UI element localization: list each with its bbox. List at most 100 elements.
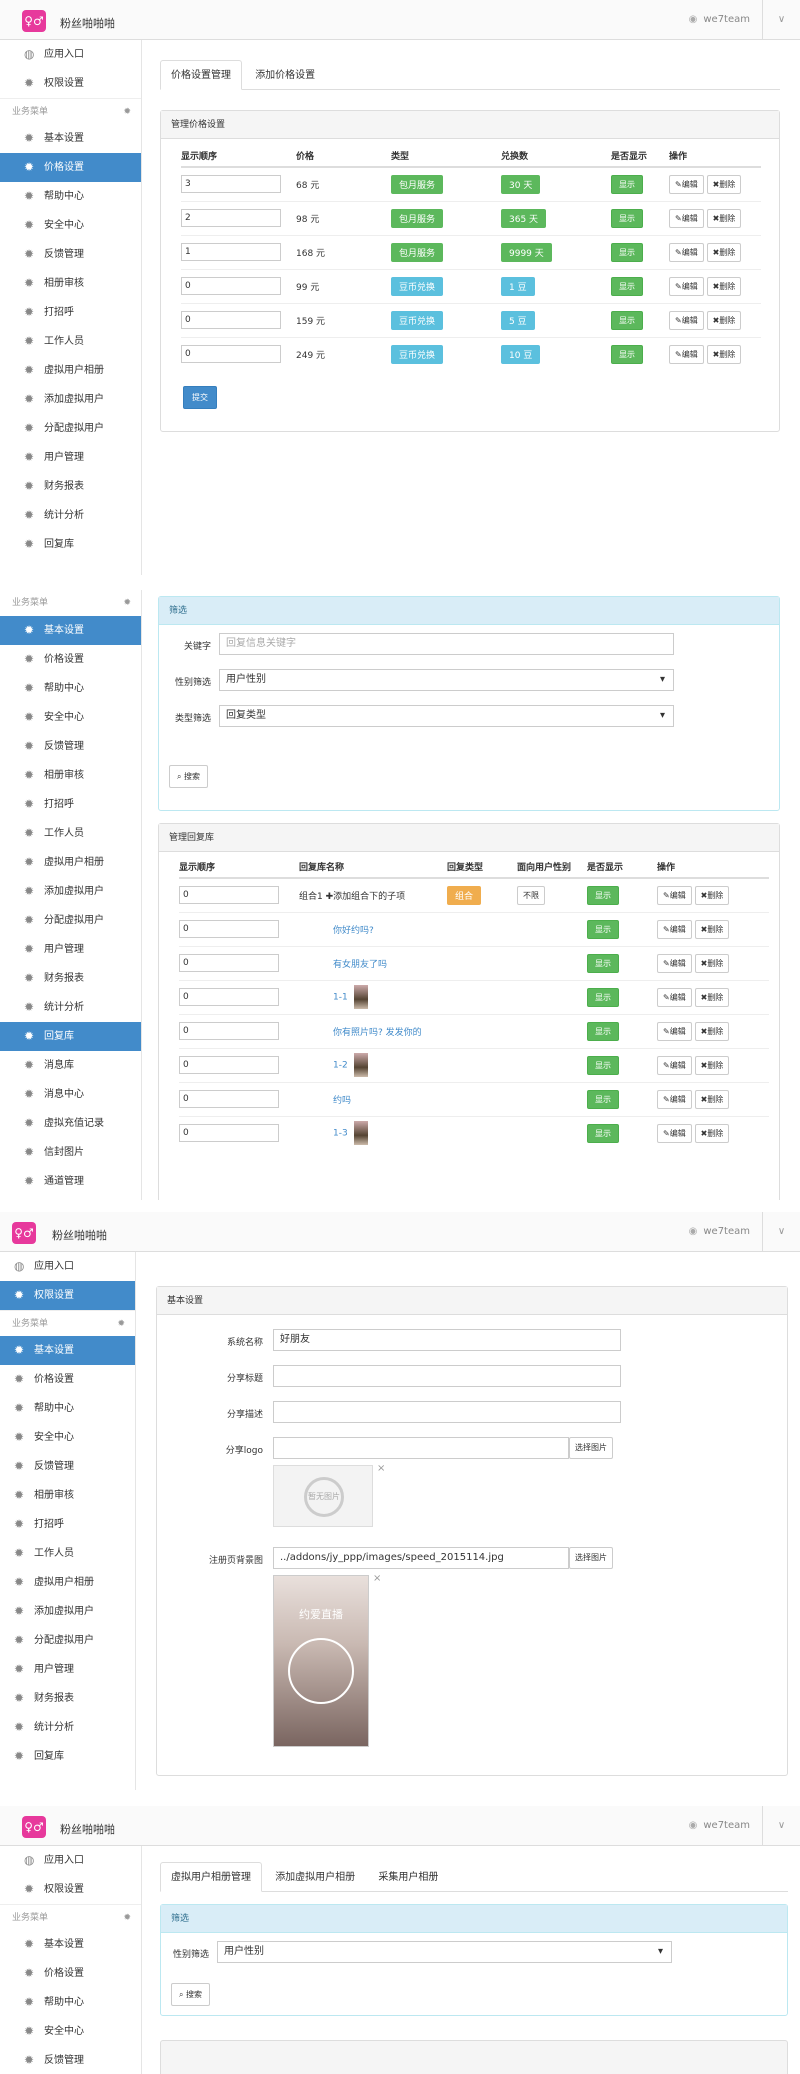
sidebar-item[interactable]: ✹ 安全中心 [0,2017,141,2046]
sidebar-item[interactable]: ✹ 反馈管理 [0,1452,135,1481]
type-filter-select[interactable]: 回复类型 ▾ [219,705,674,727]
reply-name-link[interactable]: 你好约吗? [333,926,374,936]
sidebar-item-perm[interactable]: ✹ 权限设置 [0,69,141,98]
edit-button[interactable]: ✎编辑 [669,344,704,364]
sidebar-item[interactable]: ✹ 工作人员 [0,819,141,848]
delete-button[interactable]: ✖删除 [694,885,730,905]
delete-button[interactable]: ✖删除 [694,919,730,939]
show-button[interactable]: 显示 [587,1123,619,1143]
order-input[interactable]: 0 [179,1090,279,1108]
show-button[interactable]: 显示 [611,344,643,364]
delete-button[interactable]: ✖删除 [694,1089,730,1109]
sidebar-item-entry[interactable]: ◍ 应用入口 [0,1252,135,1281]
sidebar-item[interactable]: ✹ 通道管理 [0,1167,141,1196]
submit-button[interactable]: 提交 [183,386,217,409]
show-button[interactable]: 显示 [587,1055,619,1075]
reply-name-link[interactable]: 1-2 [333,1061,348,1071]
reply-name-link[interactable]: 约吗 [333,1096,351,1106]
show-button[interactable]: 显示 [587,987,619,1007]
order-input[interactable]: 3 [181,175,281,194]
order-input[interactable]: 0 [181,311,281,329]
sidebar-item[interactable]: ✹ 消息库 [0,1051,141,1080]
reply-name-link[interactable]: 你有照片吗? 发发你的 [333,1028,422,1038]
sidebar-item[interactable]: ✹ 工作人员 [0,1539,135,1568]
show-button[interactable]: 显示 [611,310,643,330]
delete-button[interactable]: ✖删除 [706,276,742,296]
chevron-down-icon[interactable]: ∨ [762,0,800,40]
sidebar-item[interactable]: ✹ 用户管理 [0,443,141,472]
edit-button[interactable]: ✎编辑 [657,919,692,939]
delete-button[interactable]: ✖删除 [694,953,730,973]
close-icon[interactable]: × [373,1573,381,1584]
sidebar-item[interactable]: ✹ 价格设置 [0,1365,135,1394]
delete-button[interactable]: ✖删除 [706,310,742,330]
sidebar-item[interactable]: ✹ 帮助中心 [0,674,141,703]
search-button[interactable]: ⌕ 搜索 [169,765,209,788]
order-input[interactable]: 0 [181,277,281,295]
add-child-link[interactable]: 添加组合下的子项 [333,892,405,902]
sex-filter-select[interactable]: 用户性别 ▾ [217,1941,672,1963]
order-input[interactable]: 0 [179,886,279,905]
sidebar-item[interactable]: ✹ 帮助中心 [0,1394,135,1423]
sidebar-item[interactable]: ✹ 添加虚拟用户 [0,1597,135,1626]
sidebar-item[interactable]: ✹ 基本设置 [0,1930,141,1959]
sidebar-item[interactable]: ✹ 虚拟用户相册 [0,356,141,385]
sidebar-item[interactable]: ✹ 相册审核 [0,761,141,790]
delete-button[interactable]: ✖删除 [706,174,742,194]
tab-price-manage[interactable]: 价格设置管理 [160,60,242,90]
sidebar-item[interactable]: ✹ 基本设置 [0,1336,135,1365]
sidebar-item[interactable]: ✹ 虚拟用户相册 [0,848,141,877]
system-name-input[interactable]: 好朋友 [273,1329,621,1351]
sidebar-item[interactable]: ✹ 分配虚拟用户 [0,1626,135,1655]
chevron-down-icon[interactable]: ∨ [762,1212,800,1252]
share-desc-input[interactable] [273,1401,621,1423]
reply-name-link[interactable]: 有女朋友了吗 [333,960,387,970]
order-input[interactable]: 0 [179,988,279,1006]
sidebar-item[interactable]: ✹ 回复库 [0,530,141,559]
delete-button[interactable]: ✖删除 [706,242,742,262]
show-button[interactable]: 显示 [587,953,619,973]
order-input[interactable]: 0 [179,954,279,972]
sidebar-item-entry[interactable]: ◍ 应用入口 [0,1846,141,1875]
show-button[interactable]: 显示 [611,242,643,262]
tab-album-collect[interactable]: 采集用户相册 [368,1863,448,1893]
sidebar-item[interactable]: ✹ 价格设置 [0,645,141,674]
show-button[interactable]: 显示 [611,276,643,296]
sidebar-item[interactable]: ✹ 帮助中心 [0,1988,141,2017]
edit-button[interactable]: ✎编辑 [657,1055,692,1075]
order-input[interactable]: 0 [179,1056,279,1074]
sidebar-item[interactable]: ✹ 安全中心 [0,211,141,240]
edit-button[interactable]: ✎编辑 [669,174,704,194]
sidebar-item[interactable]: ✹ 添加虚拟用户 [0,385,141,414]
tab-album-add[interactable]: 添加虚拟用户相册 [265,1863,365,1893]
delete-button[interactable]: ✖删除 [706,208,742,228]
sidebar-item[interactable]: ✹ 统计分析 [0,501,141,530]
delete-button[interactable]: ✖删除 [694,987,730,1007]
delete-button[interactable]: ✖删除 [694,1021,730,1041]
share-logo-input[interactable] [273,1437,569,1459]
sidebar-item[interactable]: ✹ 消息中心 [0,1080,141,1109]
user-menu[interactable]: ◉ we7team [689,14,750,25]
choose-logo-button[interactable]: 选择图片 [569,1437,613,1459]
sidebar-item[interactable]: ✹ 财务报表 [0,1684,135,1713]
sidebar-item[interactable]: ✹ 回复库 [0,1742,135,1771]
sidebar-item[interactable]: ✹ 统计分析 [0,1713,135,1742]
sidebar-item[interactable]: ✹ 虚拟用户相册 [0,1568,135,1597]
edit-button[interactable]: ✎编辑 [669,310,704,330]
edit-button[interactable]: ✎编辑 [657,1089,692,1109]
tab-album-manage[interactable]: 虚拟用户相册管理 [160,1862,262,1892]
share-title-input[interactable] [273,1365,621,1387]
choose-bg-button[interactable]: 选择图片 [569,1547,613,1569]
bg-input[interactable]: ../addons/jy_ppp/images/speed_2015114.jp… [273,1547,569,1569]
edit-button[interactable]: ✎编辑 [657,885,692,905]
show-button[interactable]: 显示 [587,885,619,905]
show-button[interactable]: 显示 [587,919,619,939]
search-button[interactable]: ⌕ 搜索 [171,1983,211,2006]
sidebar-item[interactable]: ✹ 基本设置 [0,616,141,645]
sidebar-item[interactable]: ✹ 反馈管理 [0,240,141,269]
order-input[interactable]: 0 [179,1022,279,1040]
order-input[interactable]: 0 [179,1124,279,1143]
sidebar-item[interactable]: ✹ 添加虚拟用户 [0,877,141,906]
edit-button[interactable]: ✎编辑 [657,1021,692,1041]
reply-name-link[interactable]: 1-3 [333,1129,348,1139]
